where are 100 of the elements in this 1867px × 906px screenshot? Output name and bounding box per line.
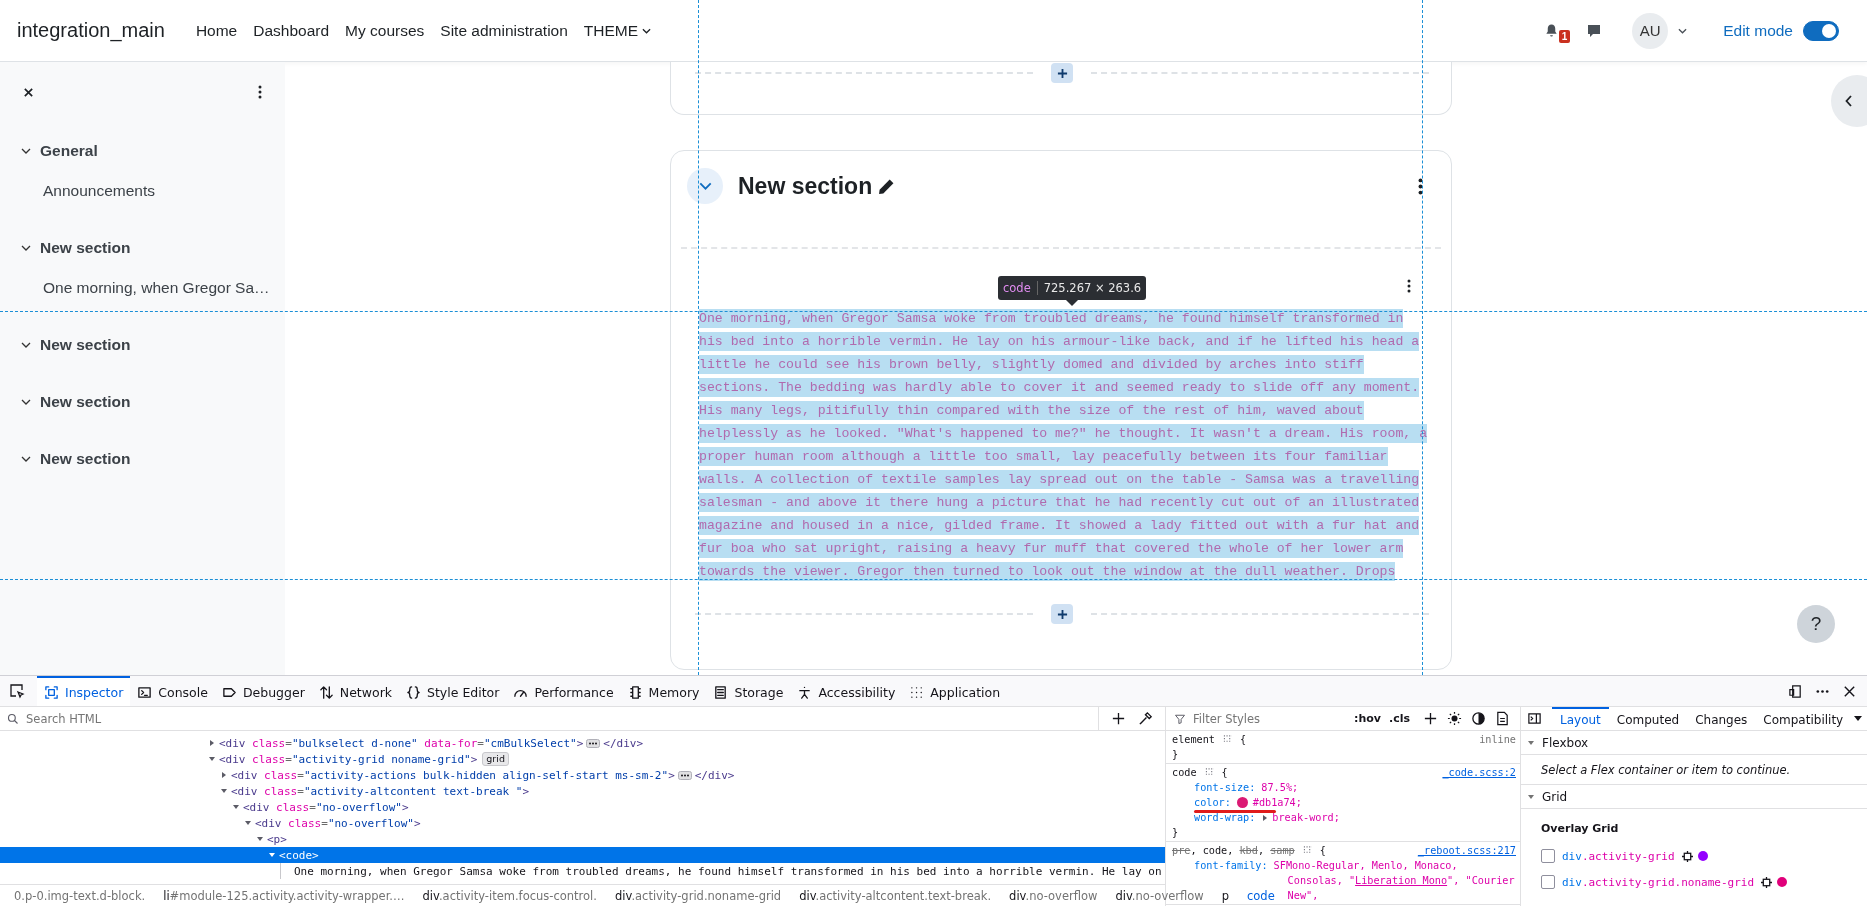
- color-dot[interactable]: [1777, 877, 1788, 887]
- dropdown-icon[interactable]: [1854, 716, 1862, 721]
- source-link[interactable]: _code.scss:2: [1442, 767, 1516, 778]
- devtools-tab[interactable]: Application: [902, 676, 1008, 706]
- plus-icon[interactable]: [1111, 711, 1126, 726]
- nav-link[interactable]: Site administration: [432, 21, 576, 40]
- markup-row[interactable]: <div class="bulkselect d-none" data-for="cmBulkSelect"> </div>: [0, 735, 1165, 751]
- help-button[interactable]: ?: [1797, 605, 1835, 643]
- markup-row[interactable]: <p>: [0, 831, 1165, 847]
- section-link[interactable]: New section: [40, 450, 131, 468]
- chevron-icon[interactable]: [21, 342, 31, 348]
- chevron-icon[interactable]: [21, 148, 31, 154]
- color-swatch[interactable]: [1236, 797, 1248, 808]
- add-button[interactable]: [1051, 604, 1073, 624]
- triangle-icon[interactable]: [220, 771, 228, 779]
- responsive-icon[interactable]: [1788, 683, 1803, 699]
- markup-row[interactable]: <div class="activity-grid noname-grid"> grid: [0, 751, 1165, 767]
- contrast-icon[interactable]: [1471, 711, 1486, 726]
- markup-row[interactable]: <code>: [0, 847, 1165, 863]
- markup-row[interactable]: <div class="no-overflow">: [0, 815, 1165, 831]
- triangle-icon[interactable]: [244, 819, 252, 827]
- devtools-tab[interactable]: Accessibility: [790, 676, 903, 706]
- devtools-tab[interactable]: Console: [130, 676, 215, 706]
- breadcrumb[interactable]: div.activity-grid.noname-grid: [614, 889, 782, 903]
- activity-link[interactable]: Announcements: [0, 179, 285, 203]
- site-name[interactable]: integration_main: [17, 19, 165, 42]
- panel-tab[interactable]: Computed: [1608, 707, 1688, 730]
- grid-selector[interactable]: div.activity-grid.noname-grid: [1562, 875, 1755, 889]
- pencil-icon[interactable]: [878, 177, 896, 195]
- section-link[interactable]: New section: [40, 239, 131, 257]
- markup-row[interactable]: <div class="no-overflow">: [0, 799, 1165, 815]
- triangle-icon[interactable]: [268, 851, 276, 859]
- section-link[interactable]: New section: [40, 336, 131, 354]
- devtools-tab[interactable]: Storage: [706, 676, 791, 706]
- collapse-button[interactable]: [687, 168, 723, 204]
- breadcrumb[interactable]: p: [1221, 889, 1229, 903]
- crosshair-icon[interactable]: [1761, 876, 1773, 888]
- triangle-icon[interactable]: [220, 787, 228, 795]
- edit-mode-switch[interactable]: [1803, 20, 1839, 41]
- breadcrumb[interactable]: div.activity-altcontent.text-break.: [799, 889, 992, 903]
- node-badge[interactable]: grid: [482, 752, 509, 766]
- user-avatar[interactable]: AU: [1632, 12, 1669, 49]
- markup-row[interactable]: One morning, when Gregor Samsa woke from troubled dreams, he found himself transformed in his bed into a horrible vermin. He lay on: [0, 863, 1165, 879]
- checkbox[interactable]: [1541, 849, 1555, 863]
- triangle-icon[interactable]: [208, 755, 216, 763]
- caret-icon[interactable]: [1678, 27, 1688, 34]
- color-dot[interactable]: [1697, 851, 1708, 861]
- chevron-icon[interactable]: [21, 456, 31, 462]
- markup-row[interactable]: <div class="activity-altcontent text-break ">: [0, 783, 1165, 799]
- breadcrumb[interactable]: div.no-overflow: [1009, 889, 1098, 903]
- chevron-icon[interactable]: [21, 245, 31, 251]
- devtools-tab[interactable]: Inspector: [37, 676, 131, 706]
- breadcrumb[interactable]: code: [1247, 889, 1275, 903]
- devtools-tab[interactable]: Debugger: [214, 676, 312, 706]
- section-link[interactable]: New section: [40, 393, 131, 411]
- devtools-tab[interactable]: Network: [311, 676, 399, 706]
- source-link[interactable]: _reboot.scss:217: [1417, 845, 1516, 856]
- element-picker-icon[interactable]: [9, 683, 25, 699]
- close-icon[interactable]: [23, 86, 34, 98]
- triangle-icon[interactable]: [256, 835, 264, 843]
- breadcrumb[interactable]: div.no-overflow: [1115, 889, 1204, 903]
- section-link[interactable]: General: [40, 142, 98, 160]
- devtools-tab[interactable]: Style Editor: [399, 676, 507, 706]
- toggle-button[interactable]: :hov: [1350, 712, 1385, 725]
- eyedropper-icon[interactable]: [1138, 711, 1153, 726]
- markup-row[interactable]: <div class="activity-actions bulk-hidden align-self-start ms-sm-2"> </div>: [0, 767, 1165, 783]
- checkbox[interactable]: [1541, 875, 1555, 889]
- nav-link[interactable]: My courses: [337, 21, 433, 40]
- triangle-icon[interactable]: [208, 739, 216, 747]
- devtools-tab[interactable]: Performance: [506, 676, 621, 706]
- breadcrumb[interactable]: div.activity-item.focus-control.: [422, 889, 597, 903]
- breadcrumb[interactable]: li#module-125.activity.activity-wrapper.…: [163, 889, 405, 903]
- chevron-icon[interactable]: [21, 399, 31, 405]
- font-link[interactable]: Liberation Mono: [1355, 875, 1448, 886]
- kebab-icon[interactable]: [1407, 279, 1411, 293]
- search-field[interactable]: Search HTML: [24, 710, 1098, 727]
- nav-link[interactable]: Dashboard: [245, 21, 338, 40]
- sun-icon[interactable]: [1447, 711, 1462, 726]
- crosshair-icon[interactable]: [1681, 850, 1693, 862]
- ellipsis-icon[interactable]: [677, 770, 692, 780]
- triangle-icon[interactable]: [232, 803, 240, 811]
- devtools-tab[interactable]: Memory: [620, 676, 707, 706]
- ellipsis-icon[interactable]: [586, 738, 601, 748]
- kebab-icon[interactable]: [1418, 177, 1423, 195]
- toggle-button[interactable]: .cls: [1384, 712, 1414, 725]
- sidebar-toggle-icon[interactable]: [1527, 711, 1542, 726]
- panel-tab[interactable]: Compatibility: [1755, 707, 1852, 730]
- document-icon[interactable]: [1495, 711, 1510, 726]
- grid-selector[interactable]: div.activity-grid: [1562, 849, 1675, 863]
- add-button[interactable]: [1051, 63, 1073, 83]
- section-title: Grid: [1542, 789, 1568, 804]
- nav-link[interactable]: Home: [187, 21, 246, 40]
- filter-field[interactable]: Filter Styles: [1191, 710, 1350, 727]
- activity-link[interactable]: One morning, when Gregor Sa…: [0, 276, 285, 300]
- kebab-icon[interactable]: [258, 85, 262, 99]
- panel-tab[interactable]: Changes: [1687, 707, 1756, 730]
- breadcrumb[interactable]: 0.p-0.img-text.d-block.: [14, 889, 146, 903]
- nav-link[interactable]: THEME: [575, 21, 660, 40]
- chat-icon[interactable]: [1586, 22, 1603, 39]
- plus-icon[interactable]: [1423, 711, 1438, 726]
